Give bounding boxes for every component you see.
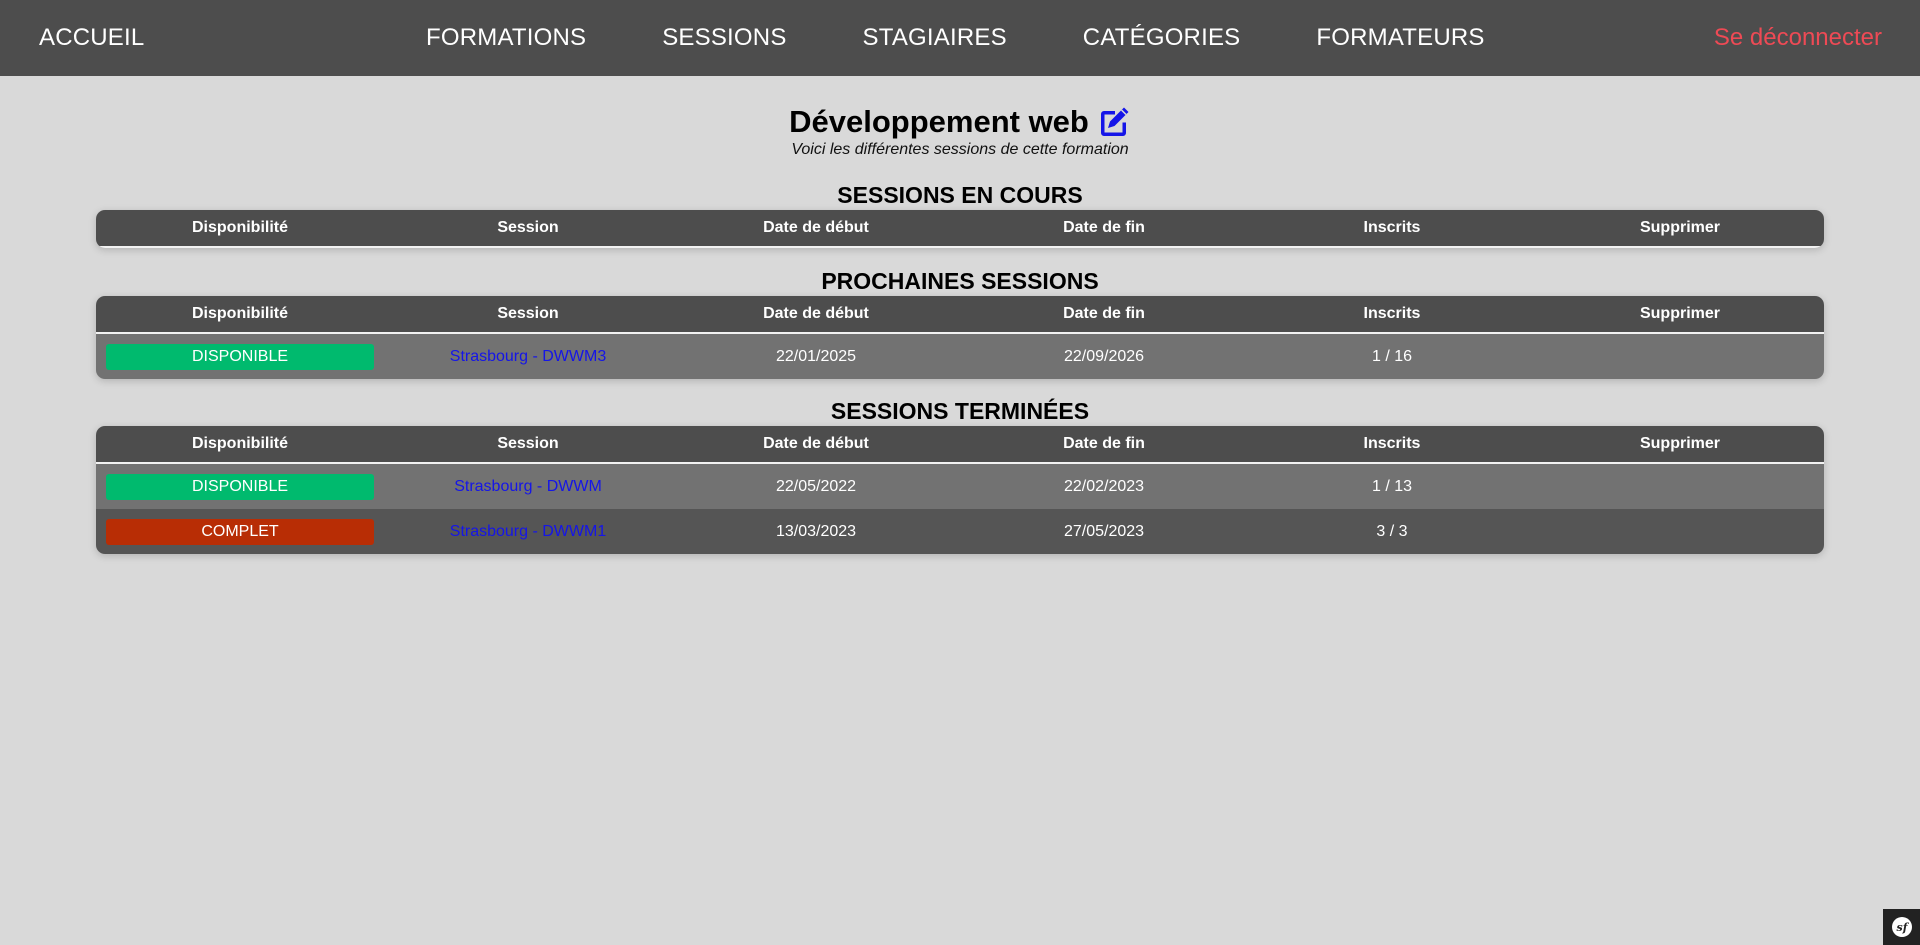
availability-cell: COMPLET (96, 518, 384, 545)
table-header: Disponibilité Session Date de début Date… (96, 296, 1824, 334)
section-title: SESSIONS EN COURS (837, 182, 1083, 208)
start-date: 22/01/2025 (775, 347, 857, 365)
start-date: 22/05/2022 (775, 477, 857, 495)
section-finished-sessions: SESSIONS TERMINÉES Disponibilité Session… (96, 396, 1824, 554)
nav-link-sessions[interactable]: SESSIONS (662, 24, 786, 52)
table-row: DISPONIBLE Strasbourg - DWWM 22/05/2022 … (96, 464, 1824, 509)
end-date: 22/09/2026 (1063, 347, 1145, 365)
col-header-availability: Disponibilité (192, 219, 288, 236)
session-link[interactable]: Strasbourg - DWWM1 (384, 523, 672, 541)
logout-link[interactable]: Se déconnecter (1714, 24, 1882, 52)
col-header-enrolled: Inscrits (1363, 305, 1421, 322)
nav-main-links: FORMATIONS SESSIONS STAGIAIRES CATÉGORIE… (426, 24, 1485, 52)
table-row: DISPONIBLE Strasbourg - DWWM3 22/01/2025… (96, 334, 1824, 379)
page-header: Développement web Voici les différentes … (0, 104, 1920, 159)
col-header-availability: Disponibilité (192, 305, 288, 322)
section-title: SESSIONS TERMINÉES (830, 398, 1090, 424)
nav-link-stagiaires[interactable]: STAGIAIRES (863, 24, 1007, 52)
status-badge: COMPLET (106, 518, 374, 545)
col-header-start-date: Date de début (763, 305, 869, 322)
enrolled-count: 1 / 13 (1371, 477, 1413, 495)
end-date: 22/02/2023 (1063, 477, 1145, 495)
section-current-sessions: SESSIONS EN COURS Disponibilité Session … (96, 180, 1824, 248)
section-title: PROCHAINES SESSIONS (821, 268, 1099, 294)
col-header-delete: Supprimer (1639, 305, 1720, 322)
nav-home-link[interactable]: ACCUEIL (39, 24, 144, 52)
page-title-row: Développement web (789, 104, 1131, 140)
status-badge: DISPONIBLE (106, 343, 374, 370)
nav-link-categories[interactable]: CATÉGORIES (1083, 24, 1241, 52)
col-header-enrolled: Inscrits (1363, 435, 1421, 452)
col-header-end-date: Date de fin (1063, 219, 1145, 236)
start-date: 13/03/2023 (775, 522, 857, 540)
col-header-start-date: Date de début (763, 435, 869, 452)
availability-cell: DISPONIBLE (96, 343, 384, 370)
nav-link-formations[interactable]: FORMATIONS (426, 24, 586, 52)
session-link[interactable]: Strasbourg - DWWM3 (384, 348, 672, 366)
page-subtitle: Voici les différentes sessions de cette … (791, 141, 1129, 158)
col-header-session: Session (497, 305, 559, 322)
top-navbar: ACCUEIL FORMATIONS SESSIONS STAGIAIRES C… (0, 0, 1920, 76)
sessions-table: Disponibilité Session Date de début Date… (96, 210, 1824, 248)
table-header: Disponibilité Session Date de début Date… (96, 210, 1824, 248)
col-header-session: Session (497, 219, 559, 236)
col-header-start-date: Date de début (763, 219, 869, 236)
availability-cell: DISPONIBLE (96, 473, 384, 500)
sessions-table: Disponibilité Session Date de début Date… (96, 426, 1824, 554)
table-row: COMPLET Strasbourg - DWWM1 13/03/2023 27… (96, 509, 1824, 554)
page-title: Développement web (789, 104, 1089, 139)
col-header-delete: Supprimer (1639, 435, 1720, 452)
table-header: Disponibilité Session Date de début Date… (96, 426, 1824, 464)
enrolled-count: 1 / 16 (1371, 347, 1413, 365)
nav-link-formateurs[interactable]: FORMATEURS (1316, 24, 1484, 52)
end-date: 27/05/2023 (1063, 522, 1145, 540)
col-header-session: Session (497, 435, 559, 452)
col-header-end-date: Date de fin (1063, 305, 1145, 322)
edit-icon[interactable] (1097, 105, 1131, 139)
section-upcoming-sessions: PROCHAINES SESSIONS Disponibilité Sessio… (96, 266, 1824, 379)
sessions-table: Disponibilité Session Date de début Date… (96, 296, 1824, 379)
col-header-availability: Disponibilité (192, 435, 288, 452)
col-header-end-date: Date de fin (1063, 435, 1145, 452)
col-header-enrolled: Inscrits (1363, 219, 1421, 236)
symfony-icon[interactable]: sf (1883, 909, 1920, 945)
status-badge: DISPONIBLE (106, 473, 374, 500)
enrolled-count: 3 / 3 (1376, 522, 1408, 540)
session-link[interactable]: Strasbourg - DWWM (384, 478, 672, 496)
col-header-delete: Supprimer (1639, 219, 1720, 236)
